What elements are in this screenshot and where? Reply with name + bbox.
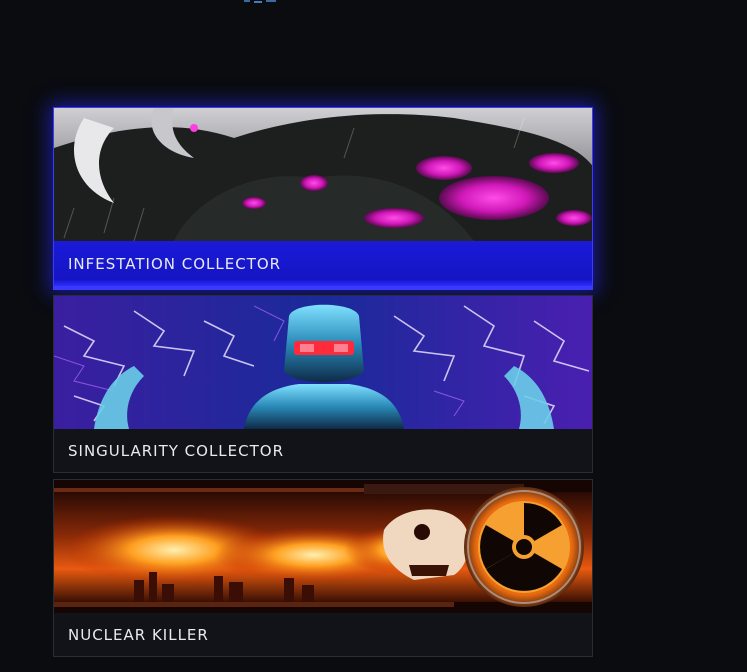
card-nuclear-killer[interactable]: NUCLEAR KILLER: [53, 479, 593, 657]
card-label: INFESTATION COLLECTOR: [68, 254, 282, 273]
nuclear-killer-banner: [54, 480, 592, 613]
card-label-bar: SINGULARITY COLLECTOR: [54, 429, 592, 472]
card-singularity-collector[interactable]: SINGULARITY COLLECTOR: [53, 295, 593, 473]
page: INFESTATION COLLECTOR SINGULARITY COLLEC…: [0, 0, 747, 672]
top-logo-fragment: [244, 0, 276, 3]
card-label: NUCLEAR KILLER: [68, 625, 209, 644]
card-label-bar: NUCLEAR KILLER: [54, 613, 592, 656]
achievement-card-list: INFESTATION COLLECTOR SINGULARITY COLLEC…: [53, 107, 593, 663]
card-infestation-collector[interactable]: INFESTATION COLLECTOR: [53, 107, 593, 290]
card-label-bar: INFESTATION COLLECTOR: [54, 241, 592, 289]
infestation-collector-banner: [54, 108, 592, 241]
card-label: SINGULARITY COLLECTOR: [68, 441, 285, 460]
singularity-collector-banner: [54, 296, 592, 429]
